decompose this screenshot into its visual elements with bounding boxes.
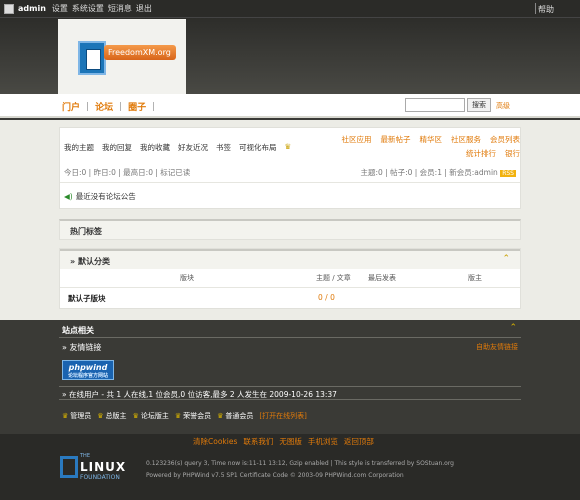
nav-tab-groups[interactable]: 圈子	[128, 100, 146, 113]
collapse-icon[interactable]: ⌃	[509, 323, 517, 333]
member-icon: ♛	[217, 412, 224, 420]
link-my-topics[interactable]: 我的主题	[64, 142, 94, 153]
clear-cookies-link[interactable]: 清除Cookies	[193, 436, 237, 447]
user-icon	[4, 3, 14, 14]
top-link-system-settings[interactable]: 系统设置	[72, 3, 104, 14]
forum-name[interactable]: 默认子版块	[68, 293, 106, 304]
speaker-icon: ◀)	[64, 192, 73, 201]
phpwind-logo-sub: 论坛程序官方网站	[67, 373, 108, 379]
online-users: » 在线用户 - 共 1 人在线,1 位会员,0 位访客,最多 2 人发生在 2…	[59, 386, 521, 400]
link-friends[interactable]: 好友近况	[178, 142, 208, 153]
username[interactable]: admin	[18, 4, 46, 13]
collapse-icon[interactable]: ⌃	[502, 254, 510, 264]
divider	[535, 3, 536, 14]
col-mod: 版主	[468, 274, 482, 282]
col-forum: 版块	[180, 274, 194, 282]
link-my-favorites[interactable]: 我的收藏	[140, 142, 170, 153]
back-to-top-link[interactable]: 返回顶部	[344, 436, 374, 447]
search-input[interactable]	[405, 98, 465, 112]
text-version-link[interactable]: 无图版	[279, 436, 302, 447]
link-visual-layout[interactable]: 可视化布局	[239, 142, 277, 153]
link-apps[interactable]: 社区应用	[342, 134, 372, 145]
footer: 站点相关 ⌃ » 友情链接 自助友情链接 phpwind 论坛程序官方网站 » 在…	[0, 320, 580, 500]
search-button[interactable]: 搜索	[467, 98, 491, 112]
friend-links-title: » 友情链接	[62, 343, 102, 352]
phpwind-logo-text: phpwind	[68, 363, 108, 372]
gift-icon[interactable]: ♛	[285, 142, 292, 153]
link-services[interactable]: 社区服务	[451, 134, 481, 145]
hot-tags-title[interactable]: 热门标签	[70, 226, 102, 237]
site-section-title: 站点相关	[62, 326, 94, 335]
powered-by: Powered by PHPWind v7.5 SP1 Certificate …	[146, 472, 404, 479]
supermod-icon: ♛	[97, 412, 104, 420]
link-bank[interactable]: 银行	[505, 148, 520, 159]
link-members[interactable]: 会员列表	[490, 134, 520, 145]
link-digest[interactable]: 精华区	[420, 134, 443, 145]
honor-icon: ♛	[174, 412, 182, 420]
site-section: 站点相关 ⌃	[59, 320, 521, 338]
link-my-replies[interactable]: 我的回复	[102, 142, 132, 153]
advanced-search-link[interactable]: 高级	[496, 101, 510, 111]
site-stats: 今日:0 | 昨日:0 | 最高日:0 | 标记已读	[64, 168, 191, 177]
top-link-settings[interactable]: 设置	[52, 3, 68, 14]
logo-icon	[78, 41, 106, 75]
site-totals-text: 主题:0 | 帖子:0 | 会员:1 | 新会员:admin	[360, 168, 498, 177]
site-logo[interactable]: FreedomXM.org	[58, 19, 186, 94]
link-bookmarks[interactable]: 书签	[216, 142, 231, 153]
category-panel: » 默认分类 ⌃ 版块 主题 / 文章 最后发表 版主 默认子版块 0 / 0	[59, 248, 521, 309]
col-topics: 主题 / 文章	[316, 274, 351, 282]
debug-info: 0.123236(s) query 3, Time now is:11-11 1…	[146, 460, 454, 467]
top-link-messages[interactable]: 短消息	[108, 3, 132, 14]
link-latest[interactable]: 最新帖子	[381, 134, 411, 145]
announcement-text: 最近没有论坛公告	[75, 192, 136, 201]
table-header: 版块 主题 / 文章 最后发表 版主	[60, 271, 520, 285]
top-bar: admin 设置 系统设置 短消息 退出 帮助	[0, 0, 580, 18]
mobile-link[interactable]: 手机浏览	[308, 436, 338, 447]
friend-links-auto[interactable]: 自助友情链接	[476, 342, 518, 352]
forum-count: 0 / 0	[318, 293, 335, 302]
open-online-list[interactable]: [打开在线列表]	[259, 411, 306, 421]
bottom-links: 清除Cookies 联系我们 无图版 手机浏览 返回顶部	[193, 436, 374, 447]
category-title[interactable]: » 默认分类	[70, 256, 110, 267]
hot-tags-panel: 热门标签	[59, 219, 521, 240]
link-stats[interactable]: 统计排行	[466, 148, 496, 159]
col-last: 最后发表	[368, 274, 396, 282]
rss-badge[interactable]: RSS	[500, 170, 516, 177]
table-row: 默认子版块 0 / 0	[60, 287, 520, 307]
announcement: ◀) 最近没有论坛公告	[64, 191, 136, 202]
phpwind-logo[interactable]: phpwind 论坛程序官方网站	[62, 360, 114, 380]
logo-text: FreedomXM.org	[104, 45, 176, 60]
nav-tab-forum[interactable]: 论坛	[95, 100, 113, 113]
top-link-logout[interactable]: 退出	[136, 3, 152, 14]
help-link[interactable]: 帮助	[538, 4, 554, 15]
user-legend: ♛ 管理员 ♛ 总版主 ♛ 论坛版主 ♛ 荣誉会员 ♛ 普通会员 [打开在线列表]	[62, 411, 307, 421]
site-totals: 主题:0 | 帖子:0 | 会员:1 | 新会员:admin RSS	[360, 167, 516, 178]
main-nav: 门户 | 论坛 | 圈子 | 搜索 高级	[0, 94, 580, 118]
contact-link[interactable]: 联系我们	[243, 436, 273, 447]
user-panel: 我的主题 我的回复 我的收藏 好友近况 书签 可视化布局 ♛ 社区应用 最新帖子…	[59, 127, 521, 209]
admin-icon: ♛	[62, 412, 69, 420]
nav-tab-portal[interactable]: 门户	[62, 100, 80, 113]
linux-foundation-logo[interactable]: THE LINUX FOUNDATION	[60, 452, 134, 482]
mod-icon: ♛	[132, 412, 139, 420]
header: FreedomXM.org	[0, 18, 580, 94]
